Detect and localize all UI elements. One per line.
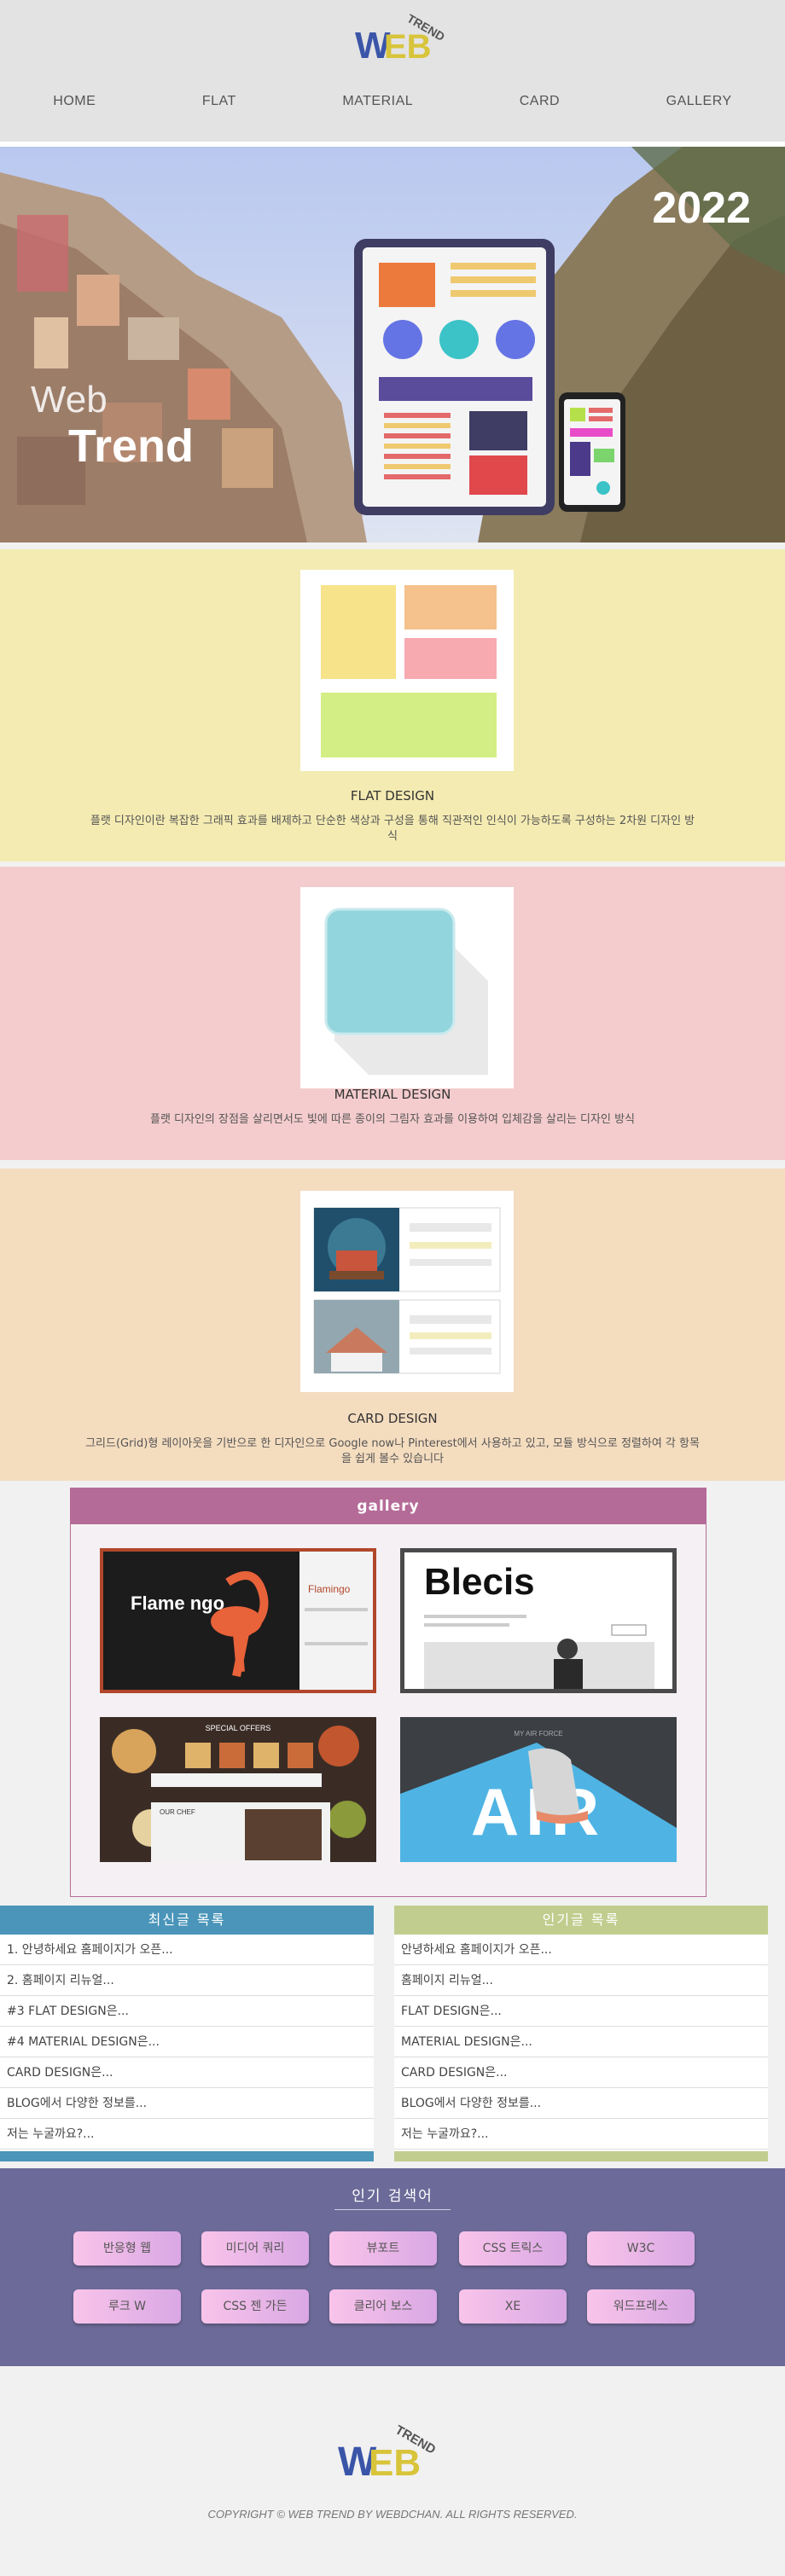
popular-list-footer-bar (394, 2151, 768, 2161)
popular-post-item[interactable]: 홈페이지 리뉴얼... (394, 1965, 768, 1996)
popular-post-item[interactable]: 저는 누굴까요?... (394, 2119, 768, 2150)
latest-post-item[interactable]: CARD DESIGN은... (0, 2057, 374, 2088)
copyright-text: COPYRIGHT © WEB TREND BY WEBDCHAN. ALL R… (207, 2508, 578, 2521)
flat-design-thumbnail[interactable] (300, 570, 514, 771)
main-nav: HOME FLAT MATERIAL CARD GALLERY (0, 94, 785, 119)
latest-post-item[interactable]: 2. 홈페이지 리뉴얼... (0, 1965, 374, 1996)
popular-post-item[interactable]: MATERIAL DESIGN은... (394, 2027, 768, 2057)
site-logo[interactable]: W EB TREND (350, 9, 461, 68)
gallery-image-food[interactable]: SPECIAL OFFERS OUR CHEF (100, 1717, 376, 1862)
nav-home[interactable]: HOME (44, 94, 104, 119)
latest-post-item[interactable]: #3 FLAT DESIGN은... (0, 1996, 374, 2027)
hero-title-web: Web (31, 379, 108, 421)
footer-logo-eb: EB (369, 2442, 421, 2484)
gallery-image-blecis[interactable]: Blecis (400, 1548, 677, 1693)
popular-post-item[interactable]: FLAT DESIGN은... (394, 1996, 768, 2027)
latest-posts-title: 최신글 목록 (0, 1906, 374, 1935)
search-tag[interactable]: 반응형 웹 (73, 2231, 181, 2266)
search-tag[interactable]: CSS 트릭스 (459, 2231, 567, 2266)
nav-gallery[interactable]: GALLERY (658, 94, 741, 119)
flat-design-title: FLAT DESIGN (350, 788, 435, 804)
search-tag[interactable]: 클리어 보스 (329, 2289, 437, 2324)
flamingo-headline: Flame ngo (131, 1593, 224, 1614)
food-offers-label: SPECIAL OFFERS (206, 1724, 271, 1732)
material-design-section: MATERIAL DESIGN 플랫 디자인의 장점을 살리면서도 빛에 따른 … (0, 867, 785, 1160)
popular-post-item[interactable]: CARD DESIGN은... (394, 2057, 768, 2088)
hero-banner: 2022 Web Trend (0, 147, 785, 542)
popular-search-section: 인기 검색어 반응형 웹 미디어 쿼리 뷰포트 CSS 트릭스 W3C 루크 W… (0, 2168, 785, 2366)
popular-posts-list: 인기글 목록 안녕하세요 홈페이지가 오픈... 홈페이지 리뉴얼... FLA… (394, 1906, 768, 2161)
latest-post-item[interactable]: 저는 누굴까요?... (0, 2119, 374, 2150)
hero-year: 2022 (652, 183, 751, 233)
nav-card[interactable]: CARD (511, 94, 568, 119)
gallery-image-flamingo[interactable]: Flame ngo Flamingo (100, 1548, 376, 1693)
popular-search-underline (334, 2209, 451, 2210)
latest-post-item[interactable]: #4 MATERIAL DESIGN은... (0, 2027, 374, 2057)
search-tag[interactable]: 루크 W (73, 2289, 181, 2324)
card-design-title: CARD DESIGN (347, 1411, 438, 1426)
blecis-headline: Blecis (424, 1561, 535, 1603)
header: W EB TREND HOME FLAT MATERIAL CARD GALLE… (0, 0, 785, 143)
material-design-desc: 플랫 디자인의 장점을 살리면서도 빛에 따른 종이의 그림자 효과를 이용하여… (149, 1113, 635, 1126)
popular-posts-title: 인기글 목록 (394, 1906, 768, 1935)
card-design-section: CARD DESIGN 그리드(Grid)형 레이아웃을 기반으로 한 디자인으… (0, 1169, 785, 1481)
card-design-desc: 그리드(Grid)형 레이아웃을 기반으로 한 디자인으로 Google now… (85, 1437, 700, 1465)
gallery-section: gallery Flame ngo Flamingo Blecis SPECIA… (70, 1488, 706, 1897)
popular-post-item[interactable]: 안녕하세요 홈페이지가 오픈... (394, 1935, 768, 1965)
latest-post-item[interactable]: 1. 안녕하세요 홈페이지가 오픈... (0, 1935, 374, 1965)
hero-title-trend: Trend (68, 421, 195, 472)
nav-material[interactable]: MATERIAL (334, 94, 422, 119)
search-tag[interactable]: 뷰포트 (329, 2231, 437, 2266)
search-tag[interactable]: 워드프레스 (587, 2289, 695, 2324)
food-chef-label: OUR CHEF (160, 1808, 195, 1816)
flat-design-desc: 플랫 디자인이란 복잡한 그래픽 효과를 배제하고 단순한 색상과 구성을 통해… (90, 815, 695, 843)
card-design-thumbnail[interactable] (300, 1191, 514, 1392)
search-tag[interactable]: 미디어 쿼리 (201, 2231, 309, 2266)
search-tag[interactable]: XE (459, 2289, 567, 2324)
gallery-title: gallery (71, 1488, 706, 1524)
material-design-thumbnail[interactable] (300, 887, 514, 1088)
gallery-image-air[interactable]: MY AIR FORCE AIR (400, 1717, 677, 1862)
popular-search-title: 인기 검색어 (352, 2188, 433, 2205)
nav-flat[interactable]: FLAT (194, 94, 245, 119)
search-tag[interactable]: CSS 젠 가든 (201, 2289, 309, 2324)
popular-post-item[interactable]: BLOG에서 다양한 정보를... (394, 2088, 768, 2119)
flat-design-section: FLAT DESIGN 플랫 디자인이란 복잡한 그래픽 효과를 배제하고 단순… (0, 549, 785, 862)
air-subtitle: MY AIR FORCE (514, 1730, 562, 1738)
latest-post-item[interactable]: BLOG에서 다양한 정보를... (0, 2088, 374, 2119)
flamingo-label: Flamingo (308, 1583, 351, 1595)
latest-list-footer-bar (0, 2151, 374, 2161)
footer-logo[interactable]: W EB TREND (333, 2419, 452, 2487)
latest-posts-list: 최신글 목록 1. 안녕하세요 홈페이지가 오픈... 2. 홈페이지 리뉴얼.… (0, 1906, 374, 2161)
search-tag[interactable]: W3C (587, 2231, 695, 2266)
material-design-title: MATERIAL DESIGN (334, 1087, 451, 1102)
